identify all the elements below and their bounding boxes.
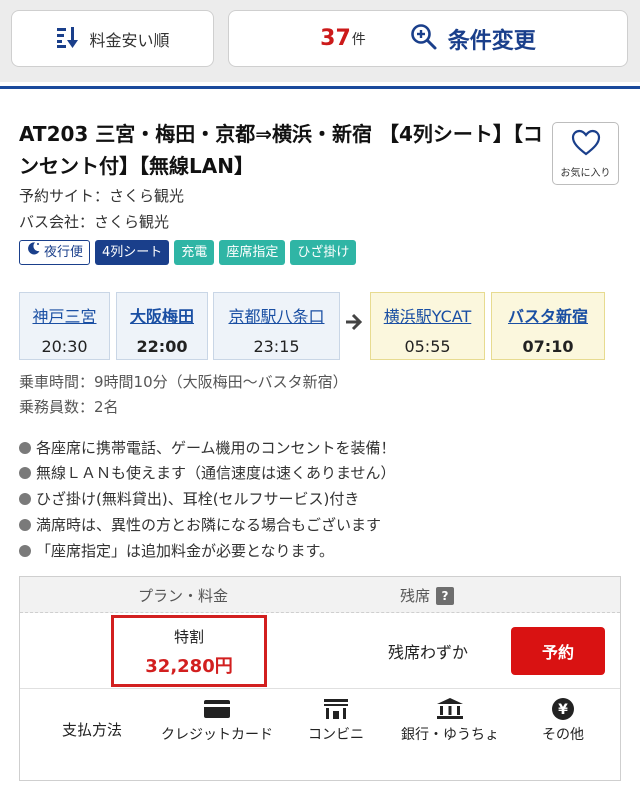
bus-title: AT203 三宮・梅田・京都⇒横浜・新宿 【4列シート】【コンセント付】【無線L… xyxy=(19,122,543,178)
plan-price-box: 特割 32,280円 xyxy=(111,615,267,687)
result-count-unit: 件 xyxy=(351,31,366,48)
change-conditions-label: 条件変更 xyxy=(447,28,536,54)
feature-item: 各座席に携帯電話、ゲーム機用のコンセントを装備！ xyxy=(19,437,396,458)
reserve-button[interactable]: 予約 xyxy=(511,627,605,675)
tag-4-row-seat: 4列シート xyxy=(95,240,170,265)
tag-lap-blanket: ひざ掛け xyxy=(290,240,357,265)
stop-yokohama-ycat[interactable]: 横浜駅YCAT 05:55 xyxy=(370,292,485,360)
bank-icon xyxy=(388,697,512,721)
search-plus-icon xyxy=(410,23,438,55)
stop-kobe-sannomiya[interactable]: 神戸三宮 20:30 xyxy=(19,292,110,360)
feature-item: ひざ掛け(無料貸出)、耳栓(セルフサービス)付き xyxy=(19,488,359,509)
bullet-icon xyxy=(19,441,31,454)
tag-night-bus: 夜行便 xyxy=(19,240,91,265)
bullet-icon xyxy=(19,518,31,531)
booking-site: 予約サイト：さくら観光 xyxy=(19,187,185,205)
payment-convenience-store: コンビニ xyxy=(296,697,376,745)
svg-text:¥: ¥ xyxy=(558,702,568,718)
plan-name: 特割 xyxy=(173,628,204,646)
tag-list: 夜行便 4列シート 充電 座席指定 ひざ掛け xyxy=(19,240,357,265)
help-icon[interactable]: ? xyxy=(436,586,455,605)
payment-credit-card: クレジットカード xyxy=(152,697,282,745)
bullet-icon xyxy=(19,466,31,479)
payment-other: ¥ その他 xyxy=(526,697,600,745)
bullet-icon xyxy=(19,544,31,557)
credit-card-icon xyxy=(152,697,282,721)
heart-icon xyxy=(571,129,601,160)
divider xyxy=(0,86,640,89)
ride-time: 乗車時間：9時間10分（大阪梅田〜バスタ新宿） xyxy=(19,373,348,391)
tag-seat-selection: 座席指定 xyxy=(219,240,286,265)
payment-bank: 銀行・ゆうちょ xyxy=(388,697,512,745)
favorite-label: お気に入り xyxy=(560,168,611,179)
sort-button[interactable]: 料金安い順 xyxy=(11,10,214,67)
sort-label: 料金安い順 xyxy=(89,30,170,50)
feature-item: 「座席指定」は追加料金が必要となります。 xyxy=(19,540,334,561)
plan-table: プラン・料金 残席 ? 特割 32,280円 残席わずか 予約 支払方法 クレジ… xyxy=(19,576,621,781)
seat-status: 残席わずか xyxy=(388,643,469,662)
payment-label: 支払方法 xyxy=(62,721,123,739)
result-count: 37 xyxy=(320,26,351,51)
yen-icon: ¥ xyxy=(526,697,600,721)
crew-count: 乗務員数：2名 xyxy=(19,398,119,416)
stop-kyoto-hachijo[interactable]: 京都駅八条口 23:15 xyxy=(213,292,340,360)
top-bar: 料金安い順 37 件 条件変更 xyxy=(0,0,640,82)
sort-icon xyxy=(55,25,79,53)
payment-methods: 支払方法 クレジットカード コンビニ 銀行・ゆうちょ ¥ その他 xyxy=(20,689,620,781)
bus-company: バス会社：さくら観光 xyxy=(19,213,170,231)
bullet-icon xyxy=(19,492,31,505)
tag-charging: 充電 xyxy=(174,240,215,265)
plan-header: プラン・料金 残席 ? xyxy=(20,577,620,613)
plan-header-label: プラン・料金 xyxy=(138,587,229,605)
stop-osaka-umeda[interactable]: 大阪梅田 22:00 xyxy=(116,292,208,360)
moon-icon xyxy=(26,241,41,264)
arrow-right-icon xyxy=(344,312,364,336)
stop-busta-shinjuku[interactable]: バスタ新宿 07:10 xyxy=(491,292,605,360)
plan-price: 32,280円 xyxy=(145,656,233,677)
favorite-button[interactable]: お気に入り xyxy=(552,122,619,185)
change-conditions-button[interactable]: 37 件 条件変更 xyxy=(228,10,628,67)
seats-header: 残席 ? xyxy=(400,585,455,606)
feature-item: 無線ＬＡＮも使えます（通信速度は速くありません） xyxy=(19,462,396,483)
store-icon xyxy=(296,697,376,721)
feature-item: 満席時は、異性の方とお隣になる場合もございます xyxy=(19,514,381,535)
